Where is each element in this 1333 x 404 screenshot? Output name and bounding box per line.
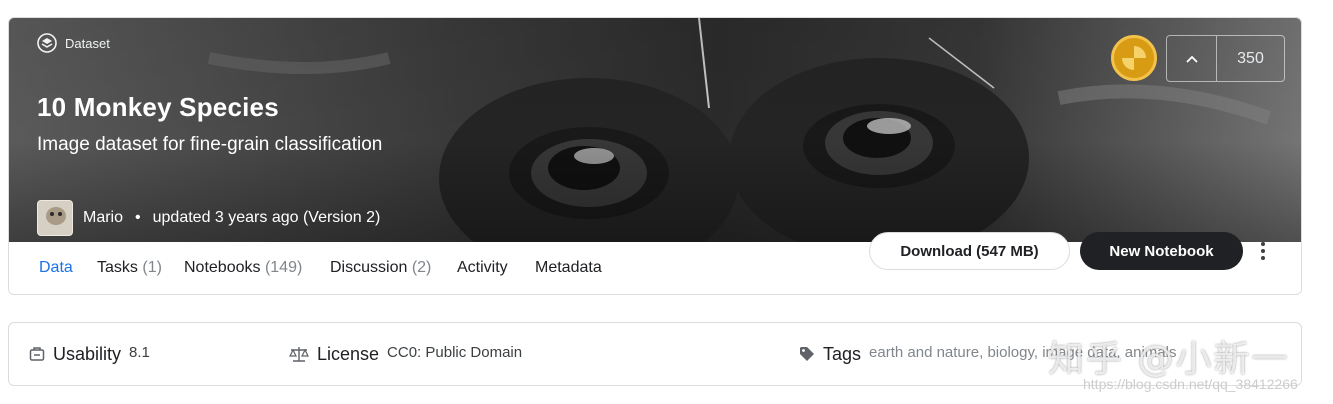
tab-discussion[interactable]: Discussion (2): [330, 242, 432, 294]
dataset-type-label: Dataset: [37, 33, 110, 53]
tab-label: Activity: [457, 259, 508, 276]
dataset-icon: [37, 33, 57, 53]
more-vert-icon[interactable]: [1255, 238, 1271, 264]
hero-banner: Dataset 10 Monkey Species Image dataset …: [9, 18, 1301, 242]
page-subtitle: Image dataset for fine-grain classificat…: [37, 134, 383, 155]
separator-dot: •: [135, 209, 141, 226]
chevron-up-icon: [1185, 55, 1198, 63]
tags-label: Tags: [823, 343, 862, 364]
tab-label: Data: [39, 259, 73, 276]
tab-label: Metadata: [535, 259, 602, 276]
tab-label: Notebooks: [184, 259, 261, 276]
usability-value: 8.1: [129, 343, 150, 361]
download-button[interactable]: Download (547 MB): [869, 232, 1070, 270]
tab-activity[interactable]: Activity: [457, 242, 508, 294]
upvote-count: 350: [1237, 49, 1264, 67]
dataset-type-text: Dataset: [65, 35, 110, 51]
usability-label: Usability: [53, 343, 122, 364]
avatar[interactable]: [37, 200, 73, 236]
new-notebook-button[interactable]: New Notebook: [1080, 232, 1243, 270]
scale-icon: [289, 347, 309, 362]
license-item: License CC0: Public Domain: [289, 323, 522, 385]
license-value[interactable]: CC0: Public Domain: [387, 344, 522, 361]
tab-count: (1): [142, 259, 162, 276]
usability-icon: [29, 347, 45, 361]
tab-label: Tasks: [97, 259, 138, 276]
tab-data[interactable]: Data: [39, 242, 73, 294]
watermark-text: 知乎 @小新一: [1048, 339, 1290, 380]
updated-text: updated 3 years ago (Version 2): [152, 209, 381, 226]
tab-notebooks[interactable]: Notebooks (149): [184, 242, 303, 294]
license-label: License: [317, 343, 380, 364]
author-row: Mario • updated 3 years ago (Version 2): [37, 200, 380, 236]
gold-medal-icon: [1111, 35, 1157, 81]
medal-shine: [1122, 46, 1146, 70]
upvote-button[interactable]: [1167, 36, 1217, 81]
author-name[interactable]: Mario: [83, 209, 123, 227]
tab-tasks[interactable]: Tasks (1): [97, 242, 162, 294]
tab-metadata[interactable]: Metadata: [535, 242, 602, 294]
tab-count: (2): [411, 259, 432, 276]
usability-item: Usability 8.1: [29, 323, 150, 385]
tab-label: Discussion: [330, 259, 408, 276]
upvote-widget: 350: [1166, 35, 1285, 82]
watermark-url: https://blog.csdn.net/qq_38412266: [1083, 376, 1298, 392]
tag-icon: [800, 347, 814, 361]
tab-count: (149): [264, 259, 303, 276]
page-title: 10 Monkey Species: [37, 92, 279, 122]
